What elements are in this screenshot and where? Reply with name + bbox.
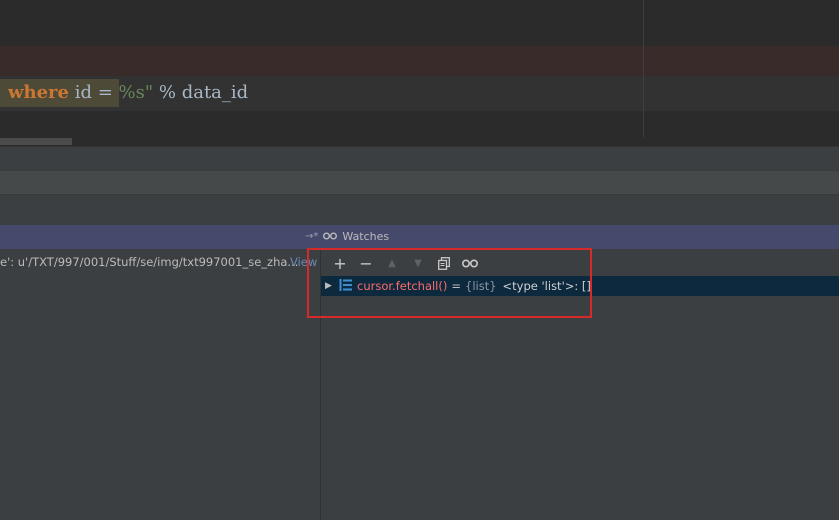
- variables-pane: [0, 249, 320, 520]
- editor-line: [0, 111, 839, 137]
- code-format-string: %s": [118, 82, 154, 103]
- variable-row[interactable]: e': u'/TXT/997/001/Stuff/se/img/txt99700…: [0, 254, 320, 270]
- variable-value: e': u'/TXT/997/001/Stuff/se/img/txt99700…: [0, 255, 299, 269]
- tool-window-strip: [0, 170, 839, 195]
- editor-line: [0, 0, 839, 46]
- watches-title: Watches: [342, 230, 390, 243]
- code-editor[interactable]: where id = %s" % data_id: [0, 0, 839, 146]
- code-text: id =: [68, 82, 119, 103]
- tool-window-strip: [0, 146, 839, 171]
- glasses-icon: [323, 229, 338, 245]
- code-text: % data_id: [153, 82, 249, 103]
- tool-window-strip: [0, 194, 839, 223]
- scrollbar-thumb[interactable]: [0, 138, 72, 145]
- annotation-highlight-box: [307, 248, 592, 318]
- pin-icon[interactable]: →*: [305, 229, 318, 245]
- right-margin-guide: [643, 0, 644, 146]
- code-keyword: where: [8, 82, 69, 103]
- code-line[interactable]: where id = %s" % data_id: [0, 79, 248, 107]
- editor-horizontal-scrollbar[interactable]: [0, 137, 839, 146]
- breakpoint-line: [0, 46, 839, 76]
- debug-panel-header: [0, 225, 839, 249]
- watches-header[interactable]: →* Watches: [305, 229, 389, 245]
